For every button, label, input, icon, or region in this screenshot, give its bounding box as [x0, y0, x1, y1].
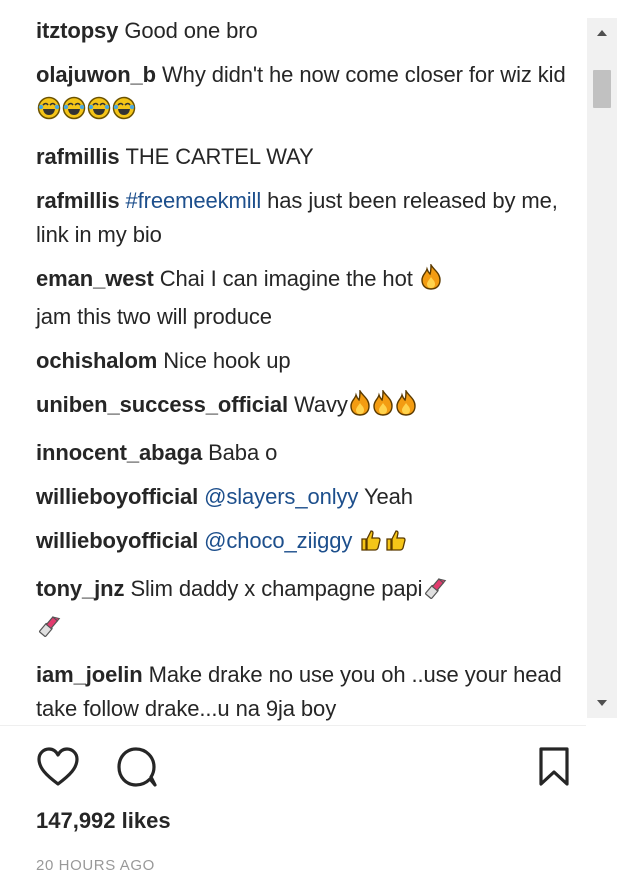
comment-text: Nice hook up [163, 348, 291, 373]
comment-text: Wavy [294, 392, 348, 417]
comment: olajuwon_b Why didn't he now come closer … [36, 58, 576, 130]
thumbs-up-emoji [359, 528, 383, 562]
comment-text: THE CARTEL WAY [125, 144, 314, 169]
comments-list: itztopsy Good one bro olajuwon_b Why didn'… [36, 14, 576, 725]
comments-section[interactable]: itztopsy Good one bro olajuwon_b Why didn'… [0, 0, 586, 725]
comment-username[interactable]: rafmillis [36, 144, 120, 169]
laugh-cry-emoji [62, 96, 86, 130]
scrollbar-thumb[interactable] [593, 70, 611, 108]
scroll-up-arrow-icon[interactable] [587, 18, 617, 48]
comment-text: Good one bro [124, 18, 258, 43]
laugh-cry-emoji [37, 96, 61, 130]
comment: willieboyofficial @choco_ziiggy [36, 524, 576, 562]
comment: iam_joelin Make drake no use you oh ..use… [36, 658, 576, 725]
comment-username[interactable]: willieboyofficial [36, 484, 198, 509]
thumbs-up-emoji [384, 528, 408, 562]
mention-link[interactable]: @slayers_onlyy [204, 484, 358, 509]
post-timestamp: 20 HOURS AGO [36, 857, 155, 874]
comment-username[interactable]: innocent_abaga [36, 440, 202, 465]
comment: uniben_success_official Wavy [36, 388, 576, 426]
like-count[interactable]: 147,992 likes [36, 808, 171, 834]
divider [0, 725, 586, 726]
comment-username[interactable]: iam_joelin [36, 662, 143, 687]
comment-username[interactable]: olajuwon_b [36, 62, 156, 87]
fire-emoji [420, 262, 442, 300]
hashtag-link[interactable]: #freemeekmill [125, 188, 261, 213]
comment-username[interactable]: ochishalom [36, 348, 157, 373]
scroll-down-arrow-icon[interactable] [587, 688, 617, 718]
mention-link[interactable]: @choco_ziiggy [204, 528, 352, 553]
post-frame: itztopsy Good one bro olajuwon_b Why didn'… [0, 0, 617, 890]
comment: ochishalom Nice hook up [36, 344, 576, 378]
laugh-cry-emoji [87, 96, 111, 130]
comment-username[interactable]: uniben_success_official [36, 392, 288, 417]
comment: rafmillis #freemeekmill has just been rel… [36, 184, 576, 252]
bookmark-icon[interactable] [536, 746, 572, 793]
fire-emoji [395, 388, 417, 426]
comment-text: Yeah [363, 484, 413, 509]
fire-emoji [372, 388, 394, 426]
comment-username[interactable]: rafmillis [36, 188, 120, 213]
comment-text: Why didn't he now come closer for wiz ki… [162, 62, 566, 87]
post-action-bar [36, 746, 576, 792]
comment-username[interactable]: willieboyofficial [36, 528, 198, 553]
comment-bubble-icon[interactable] [116, 746, 158, 793]
fire-emoji [349, 388, 371, 426]
comment-text: Slim daddy x champagne papi [130, 576, 423, 601]
comment-username[interactable]: tony_jnz [36, 576, 125, 601]
comment-username[interactable]: eman_west [36, 266, 154, 291]
comment: willieboyofficial @slayers_onlyy Yeah [36, 480, 576, 514]
comment: rafmillis THE CARTEL WAY [36, 140, 576, 174]
comment-text-continued: jam this two will produce [36, 304, 272, 329]
heart-outline-icon[interactable] [36, 746, 80, 793]
lipstick-emoji [37, 612, 63, 648]
comment-text: Baba o [208, 440, 278, 465]
comment: itztopsy Good one bro [36, 14, 576, 48]
lipstick-emoji [423, 574, 449, 610]
comment-text: Chai I can imagine the hot [159, 266, 413, 291]
comment: eman_west Chai I can imagine the hot jam … [36, 262, 576, 334]
laugh-cry-emoji [112, 96, 136, 130]
comment: tony_jnz Slim daddy x champagne papi [36, 572, 576, 648]
comment-username[interactable]: itztopsy [36, 18, 118, 43]
comments-scrollbar[interactable] [587, 18, 617, 718]
comment: innocent_abaga Baba o [36, 436, 576, 470]
